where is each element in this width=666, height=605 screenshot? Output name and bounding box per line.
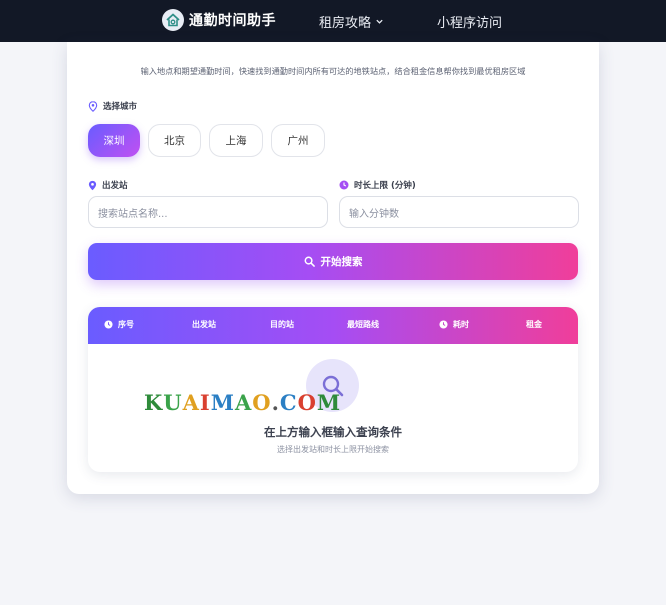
nav-rent-guide-label: 租房攻略 <box>319 16 372 31</box>
duration-label-text: 时长上限 (分钟) <box>354 181 416 191</box>
city-option-shenzhen[interactable]: 深圳 <box>88 124 140 157</box>
start-search-button[interactable]: 开始搜索 <box>88 243 578 280</box>
start-station-label: 出发站 <box>88 179 128 191</box>
city-label: 选择城市 <box>88 100 137 112</box>
city-option-shanghai[interactable]: 上海 <box>209 124 263 157</box>
header-index-label: 序号 <box>118 320 134 329</box>
header-rent: 租金 <box>526 320 542 329</box>
search-icon <box>304 256 315 267</box>
clock-icon <box>439 320 448 329</box>
clock-icon <box>104 320 113 329</box>
start-search-label: 开始搜索 <box>320 256 363 268</box>
city-option-beijing[interactable]: 北京 <box>148 124 201 157</box>
chevron-down-icon <box>376 19 383 24</box>
duration-input[interactable]: 输入分钟数 <box>339 196 579 228</box>
start-station-placeholder: 搜索站点名称... <box>98 208 168 220</box>
house-logo-icon <box>162 9 184 31</box>
start-station-input[interactable]: 搜索站点名称... <box>88 196 328 228</box>
duration-placeholder: 输入分钟数 <box>349 208 399 220</box>
header-duration-label: 耗时 <box>453 320 469 329</box>
clock-icon <box>339 180 349 190</box>
header-route: 最短路线 <box>347 320 379 329</box>
brand-title: 通勤时间助手 <box>189 13 276 29</box>
search-card: 输入地点和期望通勤时间，快速找到通勤时间内所有可达的地铁站点，结合租金信息帮你找… <box>67 42 599 494</box>
location-pin-icon <box>88 100 98 112</box>
header-destination: 目的站 <box>270 320 294 329</box>
location-pin-icon <box>88 180 97 190</box>
nav-rent-guide[interactable]: 租房攻略 <box>319 12 384 31</box>
top-navbar: 通勤时间助手 租房攻略 小程序访问 <box>0 0 666 42</box>
nav-miniprogram-label: 小程序访问 <box>437 16 503 31</box>
intro-text: 输入地点和期望通勤时间，快速找到通勤时间内所有可达的地铁站点，结合租金信息帮你找… <box>140 66 526 76</box>
start-station-label-text: 出发站 <box>102 181 128 191</box>
duration-label: 时长上限 (分钟) <box>339 179 416 191</box>
header-index: 序号 <box>104 319 134 330</box>
header-duration: 耗时 <box>439 319 469 330</box>
header-start: 出发站 <box>192 320 216 329</box>
nav-miniprogram[interactable]: 小程序访问 <box>437 12 502 31</box>
city-label-text: 选择城市 <box>103 102 138 112</box>
empty-state-subtitle: 选择出发站和时长上限开始搜索 <box>277 445 389 454</box>
empty-state-title: 在上方输入框输入查询条件 <box>264 425 402 439</box>
city-option-guangzhou[interactable]: 广州 <box>271 124 325 157</box>
brand[interactable]: 通勤时间助手 <box>162 9 276 31</box>
watermark-logo: KUAIMAO.COM <box>144 390 342 415</box>
table-header: 序号 出发站 目的站 最短路线 耗时 租金 <box>88 307 578 344</box>
